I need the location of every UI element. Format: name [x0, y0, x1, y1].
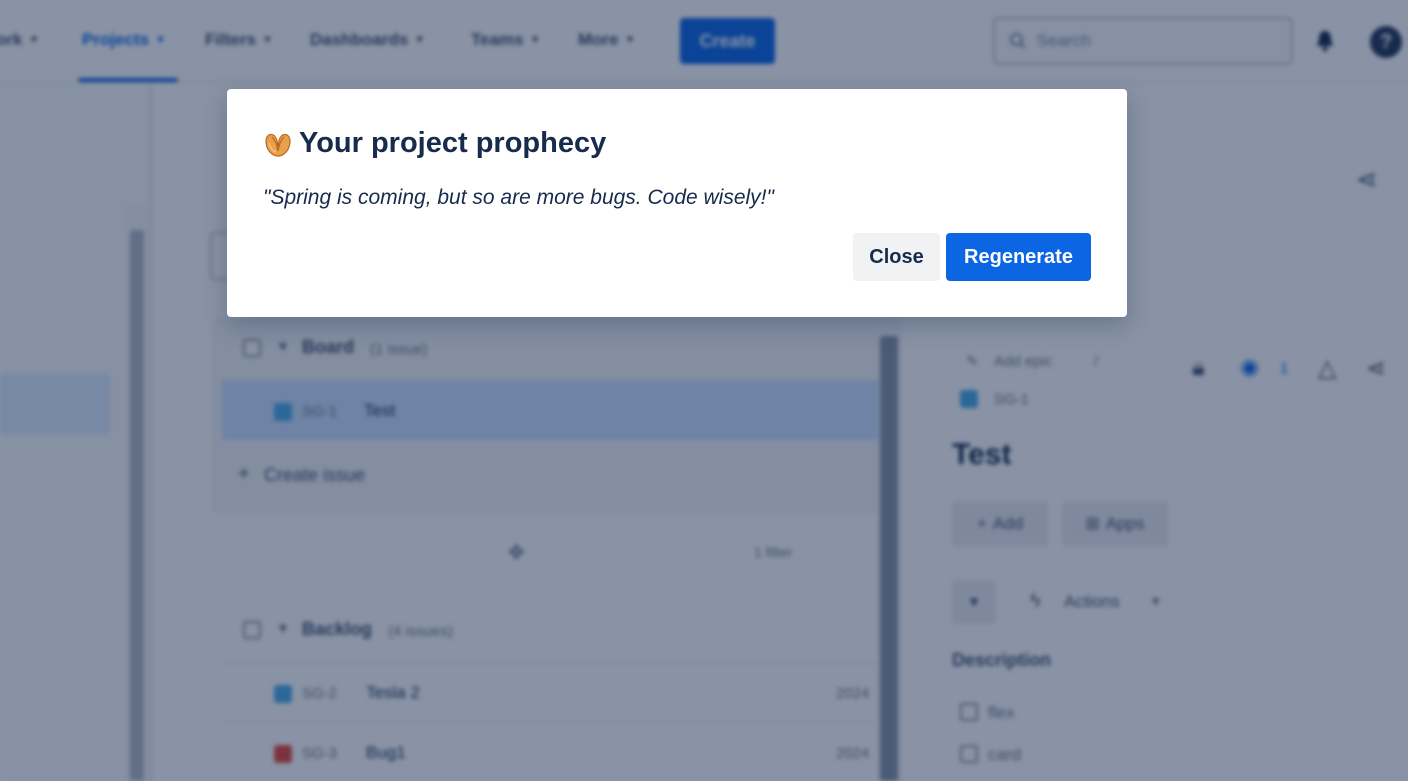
regenerate-button[interactable]: Regenerate: [946, 233, 1091, 281]
fortune-cookie-icon: [265, 133, 291, 157]
prophecy-dialog: Your project prophecy "Spring is coming,…: [227, 89, 1127, 317]
close-button[interactable]: Close: [853, 233, 940, 281]
dialog-header: Your project prophecy: [263, 127, 606, 160]
prophecy-quote: "Spring is coming, but so are more bugs.…: [263, 186, 774, 209]
dialog-title: Your project prophecy: [299, 127, 607, 159]
